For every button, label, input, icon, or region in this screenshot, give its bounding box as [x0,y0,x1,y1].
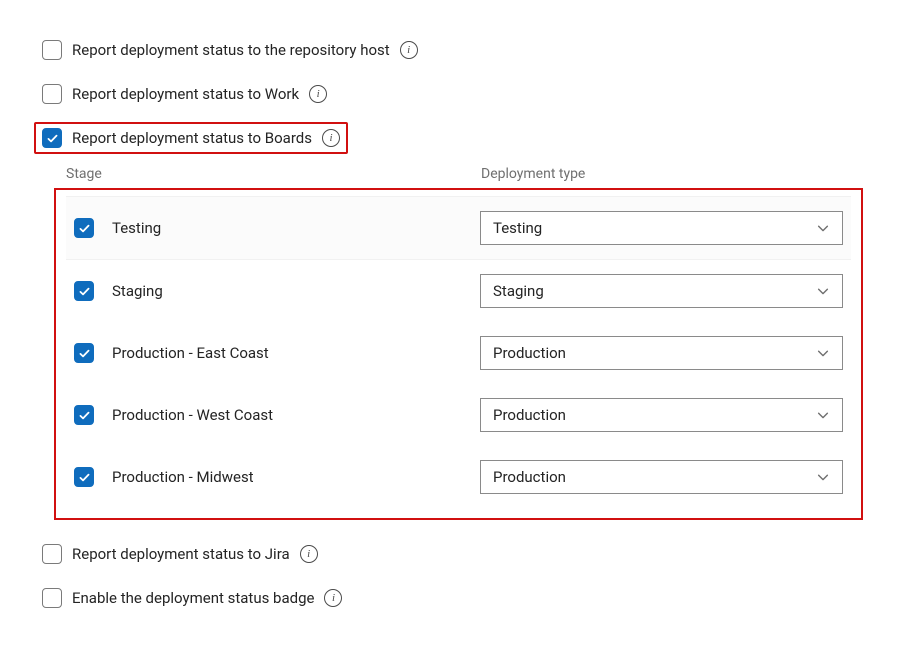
stage-headers: Stage Deployment type [54,166,863,188]
option-report-boards: Report deployment status to Boards i [34,122,348,154]
checkbox-status-badge[interactable] [42,588,62,608]
label-report-jira: Report deployment status to Jira [72,545,290,563]
info-icon[interactable]: i [300,545,318,563]
info-icon[interactable]: i [324,589,342,607]
stage-name: Production - West Coast [112,406,480,424]
deployment-type-select[interactable]: Testing [480,211,843,245]
stage-row: Testing Testing [66,196,851,260]
checkbox-stage[interactable] [74,218,94,238]
chevron-down-icon [816,408,830,422]
checkbox-report-work[interactable] [42,84,62,104]
option-report-work: Report deployment status to Work i [34,78,335,110]
stage-row: Production - Midwest Production [66,446,851,508]
deployment-type-value: Testing [493,219,542,237]
option-report-repo-host: Report deployment status to the reposito… [34,34,426,66]
label-status-badge: Enable the deployment status badge [72,589,314,607]
info-icon[interactable]: i [309,85,327,103]
deployment-type-select[interactable]: Staging [480,274,843,308]
stage-name: Testing [112,219,480,237]
chevron-down-icon [816,346,830,360]
chevron-down-icon [816,284,830,298]
label-report-work: Report deployment status to Work [72,85,299,103]
deployment-type-value: Production [493,344,566,362]
deployment-type-value: Production [493,406,566,424]
label-report-boards: Report deployment status to Boards [72,129,312,147]
stage-row: Staging Staging [66,260,851,322]
header-deployment-type: Deployment type [481,166,851,182]
label-report-repo-host: Report deployment status to the reposito… [72,41,390,59]
checkbox-stage[interactable] [74,343,94,363]
checkbox-report-boards[interactable] [42,128,62,148]
checkbox-stage[interactable] [74,467,94,487]
stage-row: Production - West Coast Production [66,384,851,446]
deployment-type-select[interactable]: Production [480,336,843,370]
info-icon[interactable]: i [322,129,340,147]
deployment-type-select[interactable]: Production [480,460,843,494]
stage-name: Staging [112,282,480,300]
deployment-type-value: Staging [493,282,544,300]
checkbox-report-repo-host[interactable] [42,40,62,60]
stage-name: Production - East Coast [112,344,480,362]
header-stage: Stage [66,166,481,182]
stage-table: Testing Testing Staging Staging Producti… [54,188,863,520]
chevron-down-icon [816,221,830,235]
checkbox-report-jira[interactable] [42,544,62,564]
chevron-down-icon [816,470,830,484]
info-icon[interactable]: i [400,41,418,59]
stage-name: Production - Midwest [112,468,480,486]
stages-block: Stage Deployment type Testing Testing St… [54,166,863,520]
stage-row: Production - East Coast Production [66,322,851,384]
checkbox-stage[interactable] [74,405,94,425]
deployment-type-select[interactable]: Production [480,398,843,432]
deployment-type-value: Production [493,468,566,486]
checkbox-stage[interactable] [74,281,94,301]
option-report-jira: Report deployment status to Jira i [34,538,326,570]
option-status-badge: Enable the deployment status badge i [34,582,350,614]
